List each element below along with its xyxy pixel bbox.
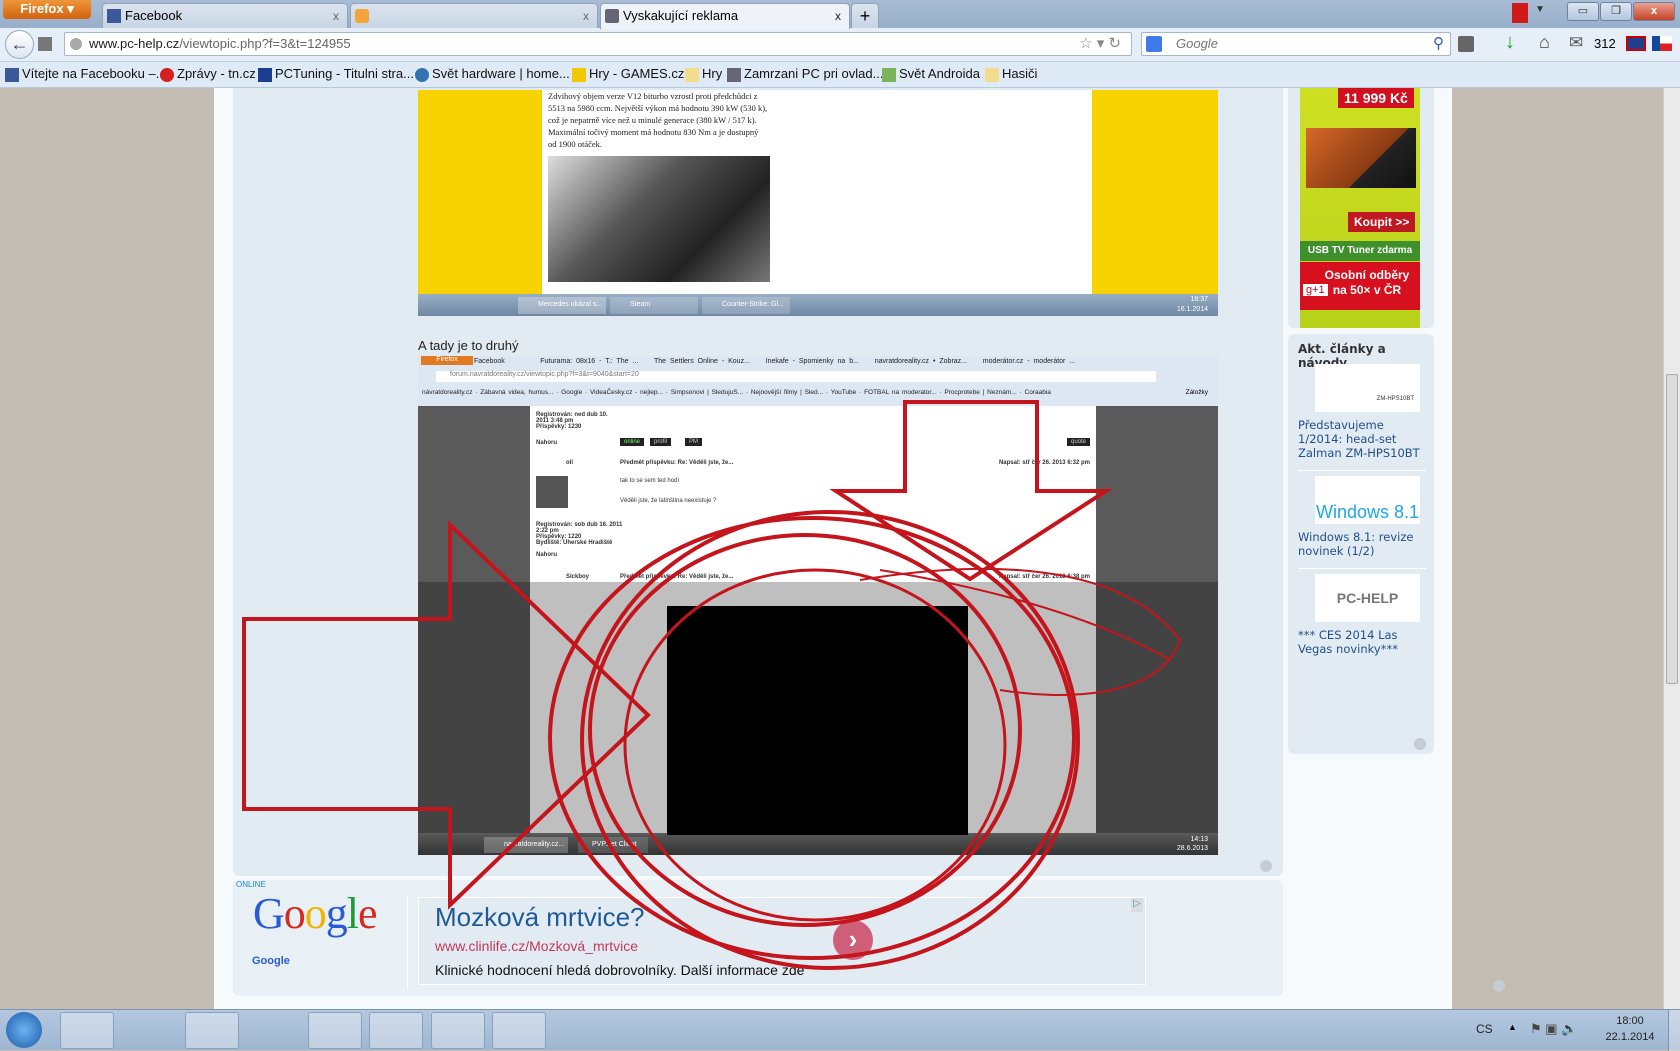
notebook-ad[interactable]: 11 999 Kč Koupit >> USB TV Tuner zdarma … <box>1300 88 1420 328</box>
embedded-screenshot-1: Zdvihový objem verze V12 biturbo vzrostl… <box>418 90 1218 316</box>
embedded-taskbar: Mercedes ukázal s... Steam Counter-Strik… <box>418 294 1218 316</box>
embedded-taskbar: navratdoreality.cz... PVP.net Client 14:… <box>418 835 1218 855</box>
car-interior-image <box>548 156 770 282</box>
scroll-top-icon[interactable] <box>1493 980 1505 992</box>
ad-tuner-text: USB TV Tuner zdarma <box>1300 241 1420 261</box>
tab-facebook[interactable]: Facebook x <box>102 3 348 28</box>
game-taskbar-icon[interactable] <box>492 1012 546 1049</box>
clock-date[interactable]: 22.1.2014 <box>1605 1031 1655 1043</box>
tab-groups-icon[interactable] <box>38 37 52 51</box>
tab-blurred[interactable]: x <box>350 3 598 28</box>
close-tab-icon[interactable]: x <box>835 4 841 28</box>
search-placeholder: Google <box>1176 36 1218 51</box>
google-link[interactable]: Google <box>252 955 290 967</box>
url-bar[interactable]: www.pc-help.cz/viewtopic.php?f=3&t=12495… <box>64 32 1132 56</box>
article-link[interactable]: *** CES 2014 Las Vegas novinky*** <box>1298 628 1428 656</box>
bookmarks-menu-icon[interactable] <box>1458 36 1474 52</box>
close-button[interactable]: x <box>1633 2 1675 21</box>
windows-taskbar: CS ▲ ⚑ ▣ 🔈 18:00 22.1.2014 <box>0 1009 1680 1051</box>
chevron-right-icon[interactable]: › <box>833 920 873 960</box>
mail-icon[interactable]: ✉ <box>1569 33 1583 53</box>
start-button[interactable] <box>6 1012 42 1048</box>
eyes-icon <box>355 9 369 23</box>
article-link[interactable]: Představujeme 1/2014: head-set Zalman ZM… <box>1298 418 1428 460</box>
ad-url[interactable]: www.clinlife.cz/Mozková_mrtvice <box>435 938 638 954</box>
black-popup <box>667 606 968 855</box>
url-domain: www.pc-help.cz <box>89 36 180 51</box>
scroll-top-icon[interactable] <box>1414 738 1426 750</box>
skype-taskbar-icon[interactable] <box>308 1012 362 1049</box>
bookmark[interactable]: Vítejte na Facebooku –... <box>5 66 167 82</box>
article-thumbnail[interactable]: ZM-HPS10BT <box>1315 364 1420 412</box>
computer-icon <box>605 9 619 23</box>
uk-flag-icon[interactable] <box>1626 36 1646 51</box>
google-search-engine-icon[interactable] <box>1146 36 1162 52</box>
tab-bar: Firefox ▾ Facebook x x Vyskakující reklam… <box>0 0 1680 29</box>
bookmark[interactable]: Zamrzani PC pri ovlad... <box>727 66 883 82</box>
bookmark-folder[interactable]: Hasiči <box>985 66 1037 82</box>
tab-label: Vyskakující reklama <box>623 8 739 23</box>
window-controls: ▭ ❐ x <box>1476 2 1676 22</box>
scroll-top-icon[interactable] <box>1260 860 1272 872</box>
ad-title[interactable]: Mozková mrtvice? <box>435 902 645 933</box>
ad-description: Klinické hodnocení hledá dobrovolníky. D… <box>435 962 805 978</box>
back-button[interactable]: ← <box>5 30 34 59</box>
bookmark[interactable]: PCTuning - Titulni stra... <box>258 66 414 82</box>
buy-button[interactable]: Koupit >> <box>1348 212 1416 232</box>
navigation-bar: ← www.pc-help.cz/viewtopic.php?f=3&t=124… <box>0 28 1680 62</box>
home-icon[interactable]: ⌂ <box>1539 32 1550 53</box>
text-ad[interactable]: Mozková mrtvice? www.clinlife.cz/Mozková… <box>418 897 1146 985</box>
firefox-label: Firefox <box>20 1 64 16</box>
explorer-taskbar-icon[interactable] <box>60 1012 114 1049</box>
google-plus-button[interactable]: g+1 <box>1303 284 1328 296</box>
game-taskbar-icon[interactable] <box>431 1012 485 1049</box>
show-desktop-button[interactable] <box>1668 1010 1680 1051</box>
close-tab-icon[interactable]: x <box>333 4 339 28</box>
minimize-button[interactable]: ▭ <box>1567 2 1599 21</box>
articles-panel: Akt. články a návody ZM-HPS10BT Představ… <box>1288 334 1434 754</box>
post-caption: A tady je to druhý <box>418 338 519 353</box>
url-path: /viewtopic.php?f=3&t=124955 <box>179 36 351 51</box>
ad-price: 11 999 Kč <box>1338 88 1414 108</box>
tab-label: Facebook <box>125 8 183 23</box>
laptop-image <box>1306 128 1416 188</box>
facebook-icon <box>107 9 121 23</box>
new-tab-button[interactable]: + <box>851 3 879 28</box>
firefox-menu-button[interactable]: Firefox ▾ <box>3 0 91 19</box>
show-hidden-icons[interactable]: ▲ <box>1508 1022 1517 1032</box>
embedded-screenshot-2: Firefox Facebook Futurama: 08x16 - T.: T… <box>418 356 1218 855</box>
page-viewport: Zdvihový objem verze V12 biturbo vzrostl… <box>0 88 1680 1009</box>
page-scrollbar[interactable] <box>1663 88 1680 1009</box>
czech-flag-icon[interactable] <box>1652 36 1672 51</box>
bookmarks-bar: Vítejte na Facebooku –... Zprávy - tn.cz… <box>0 62 1680 88</box>
google-logo: Google <box>253 889 378 938</box>
close-tab-icon[interactable]: x <box>583 4 589 28</box>
adchoices-icon[interactable]: ▷ <box>1131 898 1143 912</box>
article-link[interactable]: Windows 8.1: revize novinek (1/2) <box>1298 530 1428 558</box>
bookmark-folder[interactable]: Hry <box>685 66 722 82</box>
computer-taskbar-icon[interactable] <box>246 1012 300 1049</box>
tab-vyskakujici-reklama[interactable]: Vyskakující reklama x <box>600 3 850 29</box>
system-tray-icons[interactable]: ⚑ ▣ 🔈 <box>1530 1021 1577 1037</box>
search-input[interactable]: Google ⚲ <box>1141 32 1451 56</box>
article-thumbnail[interactable]: PC-HELP <box>1315 574 1420 622</box>
bookmark[interactable]: Svět hardware | home... <box>415 66 570 82</box>
language-indicator[interactable]: CS <box>1476 1022 1493 1036</box>
icq-taskbar-icon[interactable] <box>369 1012 423 1049</box>
bookmark[interactable]: Hry - GAMES.cz <box>572 66 684 82</box>
bookmark[interactable]: Svět Androida <box>882 66 980 82</box>
clock-time[interactable]: 18:00 <box>1605 1015 1655 1027</box>
reload-icon[interactable]: ☆ ▾ ↻ <box>1079 33 1121 55</box>
article-text: Zdvihový objem verze V12 biturbo vzrostl… <box>548 91 768 149</box>
article-thumbnail[interactable]: Windows 8.1 <box>1315 476 1420 524</box>
download-icon[interactable]: ↓ <box>1505 31 1515 54</box>
search-icon[interactable]: ⚲ <box>1433 33 1444 55</box>
globe-icon <box>70 38 82 50</box>
maximize-button[interactable]: ❐ <box>1600 2 1632 21</box>
mail-count: 312 <box>1594 36 1616 51</box>
scrollbar-thumb[interactable] <box>1666 374 1678 684</box>
bookmark[interactable]: Zprávy - tn.cz <box>160 66 256 82</box>
media-player-taskbar-icon[interactable] <box>122 1012 176 1049</box>
firefox-taskbar-icon[interactable] <box>185 1012 239 1049</box>
